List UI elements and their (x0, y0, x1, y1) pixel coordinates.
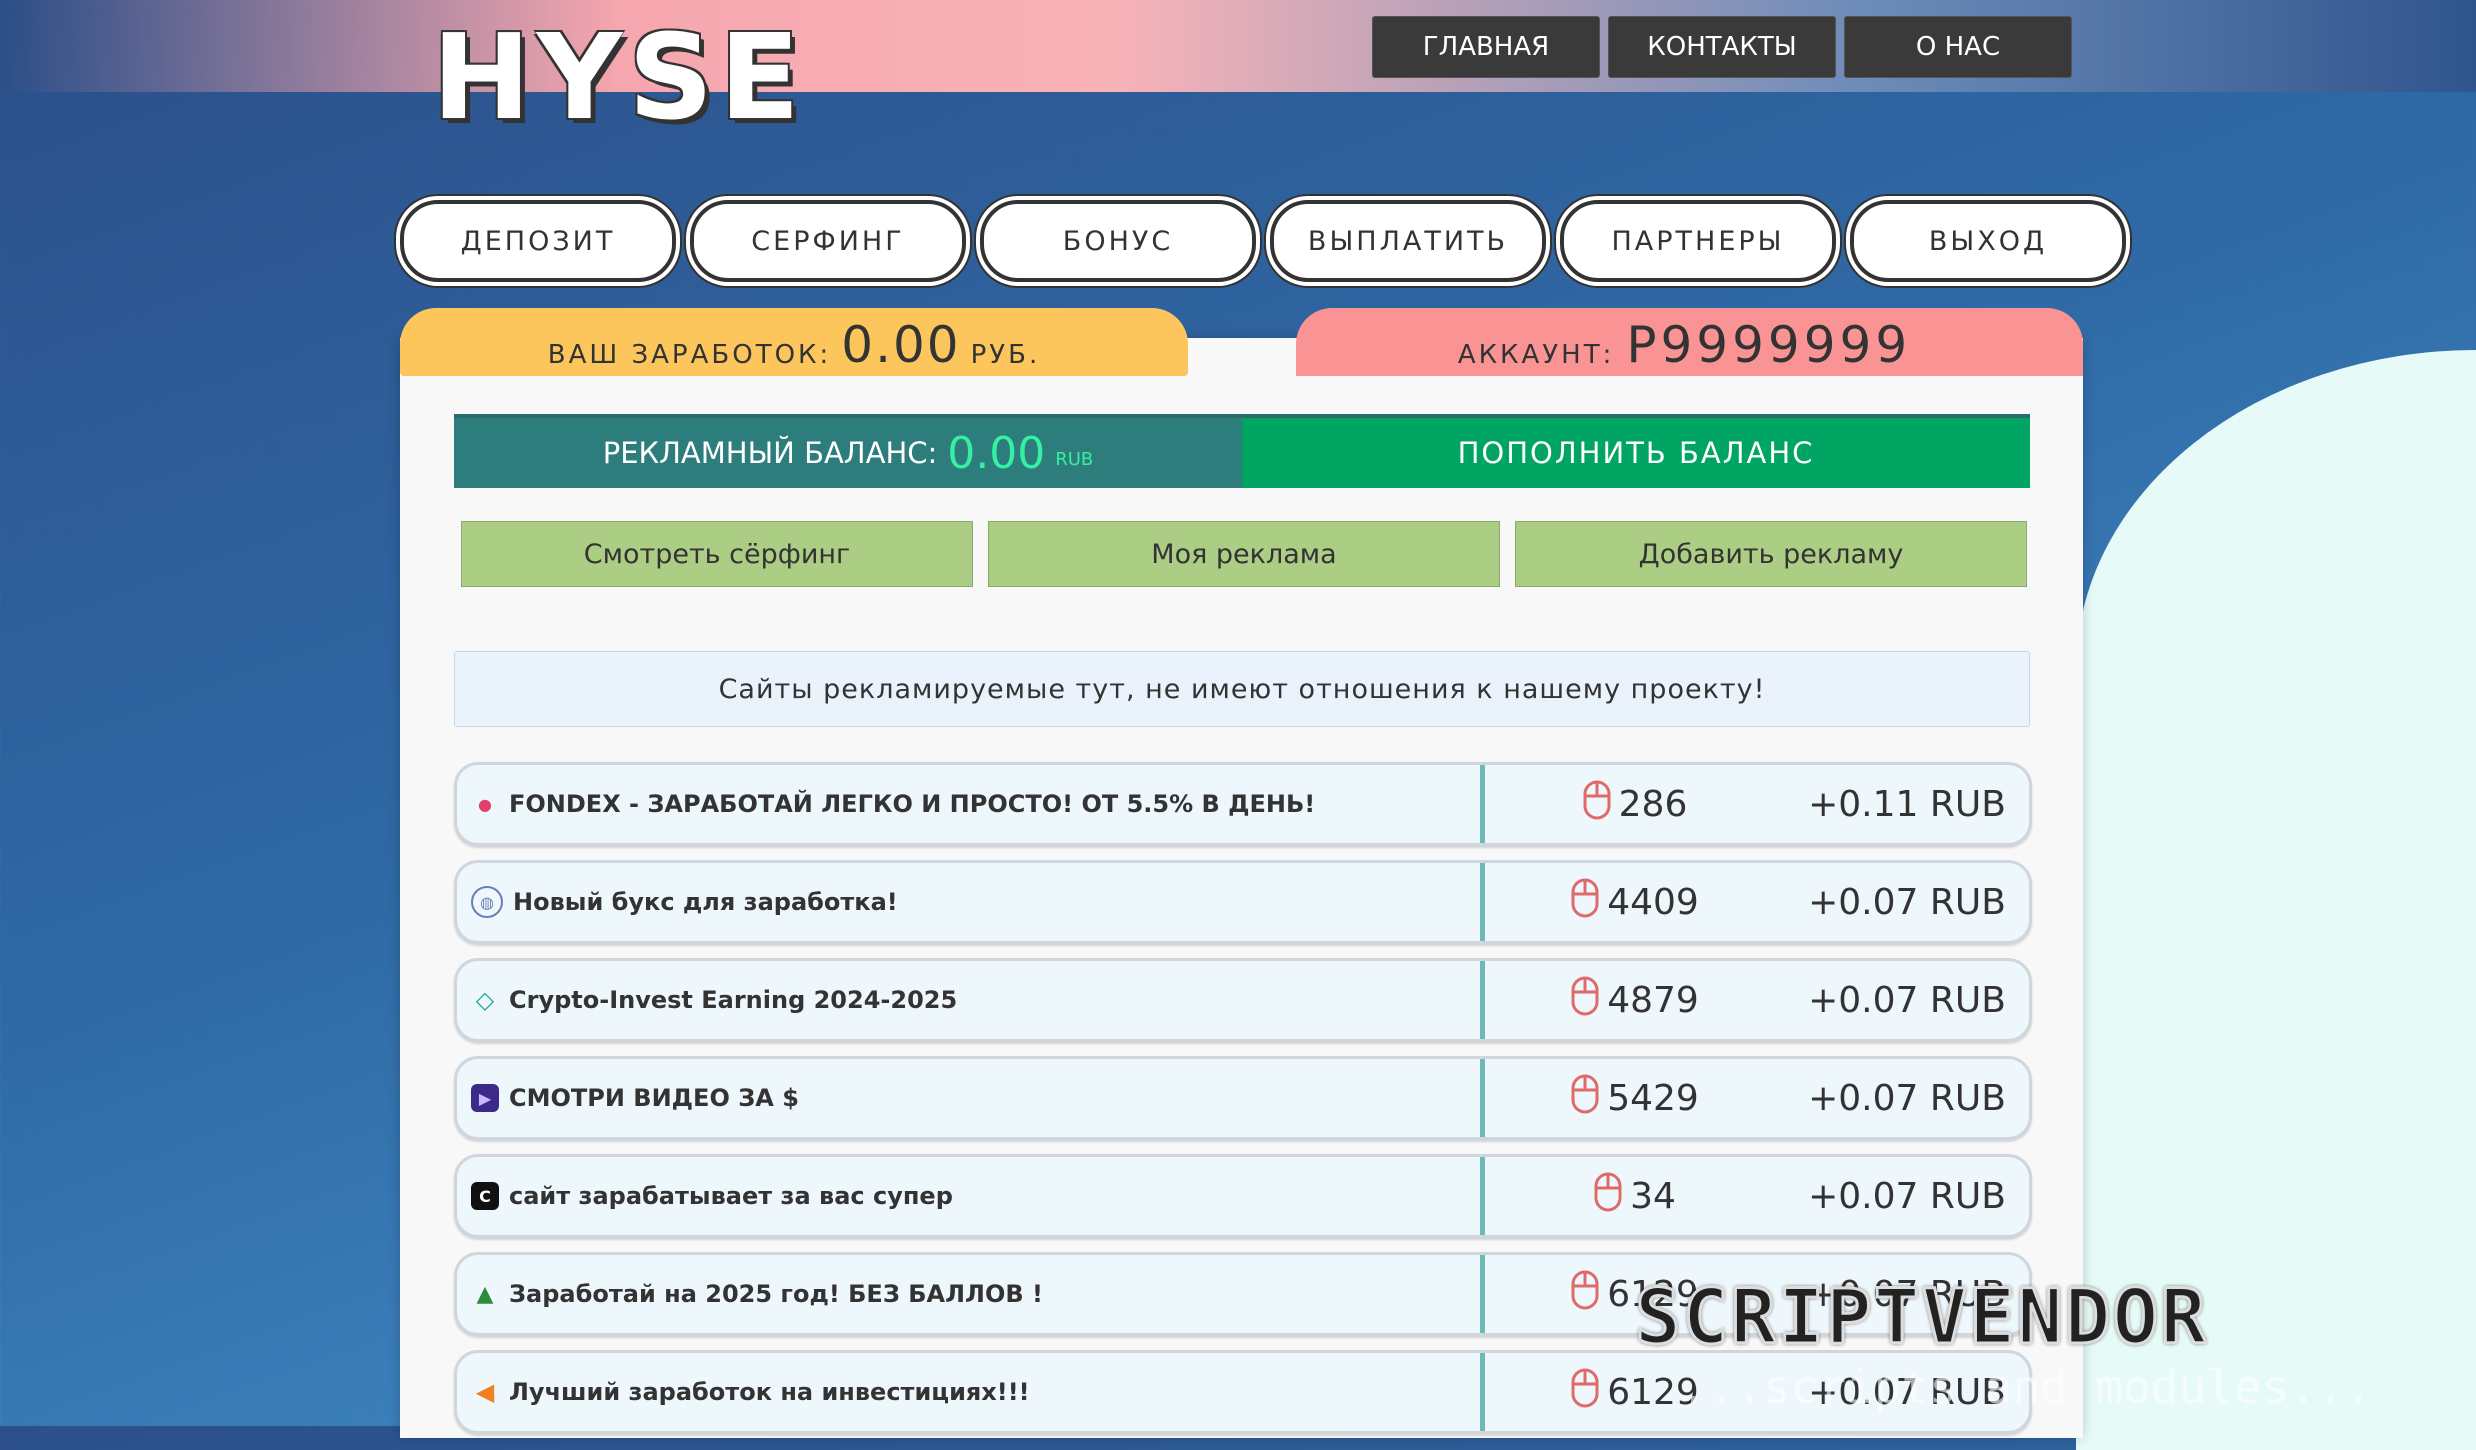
main-nav: ДЕПОЗИТ СЕРФИНГ БОНУС ВЫПЛАТИТЬ ПАРТНЕРЫ… (400, 200, 2126, 282)
site-logo[interactable]: HYSE (432, 8, 806, 146)
top-nav: ГЛАВНАЯ КОНТАКТЫ О НАС (1372, 16, 2072, 78)
ad-stats: 5429 +0.07 RUB (1485, 1059, 2029, 1137)
ad-title[interactable]: Crypto-Invest Earning 2024-2025 (509, 986, 957, 1014)
account-id: P9999999 (1626, 316, 1912, 374)
earnings-label: ВАШ ЗАРАБОТОК: (547, 340, 832, 370)
ad-title-cell: ◀ Лучший заработок на инвестициях!!! (457, 1353, 1485, 1431)
ad-row[interactable]: ◇ Crypto-Invest Earning 2024-2025 4879 +… (454, 958, 2032, 1042)
ad-balance: РЕКЛАМНЫЙ БАЛАНС: 0.00 RUB (454, 418, 1242, 488)
header-background (0, 0, 2476, 92)
ad-reward: +0.07 RUB (1808, 881, 2006, 923)
mouse-icon (1594, 1172, 1622, 1221)
ad-balance-label: РЕКЛАМНЫЙ БАЛАНС: (602, 436, 938, 470)
ad-views: 4879 (1485, 976, 1785, 1025)
ad-title-cell: ▶ СМОТРИ ВИДЕО ЗА $ (457, 1059, 1485, 1137)
ad-title-cell: C сайт зарабатывает за вас супер (457, 1157, 1485, 1235)
add-ad-button[interactable]: Добавить рекламу (1515, 521, 2027, 587)
ad-title-cell: ◇ Crypto-Invest Earning 2024-2025 (457, 961, 1485, 1039)
ad-stats: 286 +0.11 RUB (1485, 765, 2029, 843)
ad-row[interactable]: ◍ Новый букс для заработка! 4409 +0.07 R… (454, 860, 2032, 944)
ad-title[interactable]: сайт зарабатывает за вас супер (509, 1182, 953, 1210)
ad-reward: +0.07 RUB (1808, 1077, 2006, 1119)
ad-reward: +0.11 RUB (1808, 783, 2006, 825)
watermark-tagline: ...scripts and modules... (1680, 1360, 2373, 1414)
ad-actions: Смотреть сёрфинг Моя реклама Добавить ре… (461, 521, 2027, 587)
ad-row[interactable]: ▶ СМОТРИ ВИДЕО ЗА $ 5429 +0.07 RUB (454, 1056, 2032, 1140)
mouse-icon (1571, 878, 1599, 927)
ad-stats: 4879 +0.07 RUB (1485, 961, 2029, 1039)
ad-reward: +0.07 RUB (1808, 1175, 2006, 1217)
ad-views-count: 5429 (1607, 1077, 1699, 1119)
ad-views: 5429 (1485, 1074, 1785, 1123)
nav-partners[interactable]: ПАРТНЕРЫ (1560, 200, 1836, 282)
ad-views: 34 (1485, 1172, 1785, 1221)
c-logo-icon: C (471, 1182, 499, 1210)
ad-balance-currency: RUB (1055, 448, 1094, 470)
earnings-tab: ВАШ ЗАРАБОТОК: 0.00 РУБ. (400, 308, 1188, 376)
earnings-value: 0.00 (841, 316, 961, 374)
fish-icon: ◀ (475, 1378, 495, 1406)
ad-title[interactable]: Новый букс для заработка! (513, 888, 898, 916)
mouse-icon (1571, 1368, 1599, 1417)
topup-balance-button[interactable]: ПОПОЛНИТЬ БАЛАНС (1242, 418, 2030, 488)
play-icon: ▶ (471, 1084, 499, 1112)
globe-icon: ◍ (471, 886, 503, 918)
disclaimer-notice: Сайты рекламируемые тут, не имеют отноше… (454, 651, 2030, 727)
ad-balance-value: 0.00 (947, 427, 1046, 479)
ad-balance-row: РЕКЛАМНЫЙ БАЛАНС: 0.00 RUB ПОПОЛНИТЬ БАЛ… (454, 414, 2030, 488)
dot-icon: ● (478, 794, 492, 814)
account-label: АККАУНТ: (1457, 340, 1615, 370)
ad-views-count: 34 (1630, 1175, 1676, 1217)
ad-title[interactable]: СМОТРИ ВИДЕО ЗА $ (509, 1084, 799, 1112)
mouse-icon (1571, 1270, 1599, 1319)
view-surfing-button[interactable]: Смотреть сёрфинг (461, 521, 973, 587)
ad-title-cell: ▲ Заработай на 2025 год! БЕЗ БАЛЛОВ ! (457, 1255, 1485, 1333)
ad-views-count: 286 (1618, 783, 1688, 825)
ad-views: 286 (1485, 780, 1785, 829)
ad-views-count: 4409 (1607, 881, 1699, 923)
watermark-brand: SCRIPTVENDOR (1633, 1271, 2209, 1363)
nav-logout[interactable]: ВЫХОД (1850, 200, 2126, 282)
nav-deposit[interactable]: ДЕПОЗИТ (400, 200, 676, 282)
nav-surfing[interactable]: СЕРФИНГ (690, 200, 966, 282)
ad-stats: 34 +0.07 RUB (1485, 1157, 2029, 1235)
ad-reward: +0.07 RUB (1808, 979, 2006, 1021)
ad-title-cell: ◍ Новый букс для заработка! (457, 863, 1485, 941)
ad-row[interactable]: C сайт зарабатывает за вас супер 34 +0.0… (454, 1154, 2032, 1238)
diamond-icon: ◇ (475, 986, 495, 1014)
mouse-icon (1571, 976, 1599, 1025)
ad-title[interactable]: FONDEX - ЗАРАБОТАЙ ЛЕГКО И ПРОСТО! ОТ 5.… (509, 790, 1315, 818)
ad-title-cell: ● FONDEX - ЗАРАБОТАЙ ЛЕГКО И ПРОСТО! ОТ … (457, 765, 1485, 843)
my-ads-button[interactable]: Моя реклама (988, 521, 1500, 587)
mouse-icon (1583, 780, 1611, 829)
ad-title[interactable]: Заработай на 2025 год! БЕЗ БАЛЛОВ ! (509, 1280, 1043, 1308)
ad-views-count: 4879 (1607, 979, 1699, 1021)
tree-icon: ▲ (476, 1281, 494, 1307)
ad-views: 4409 (1485, 878, 1785, 927)
account-tab: АККАУНТ: P9999999 (1296, 308, 2083, 376)
ad-row[interactable]: ● FONDEX - ЗАРАБОТАЙ ЛЕГКО И ПРОСТО! ОТ … (454, 762, 2032, 846)
nav-withdraw[interactable]: ВЫПЛАТИТЬ (1270, 200, 1546, 282)
mouse-icon (1571, 1074, 1599, 1123)
top-nav-home[interactable]: ГЛАВНАЯ (1372, 16, 1600, 78)
top-nav-contacts[interactable]: КОНТАКТЫ (1608, 16, 1836, 78)
nav-bonus[interactable]: БОНУС (980, 200, 1256, 282)
ad-title[interactable]: Лучший заработок на инвестициях!!! (509, 1378, 1030, 1406)
earnings-currency: РУБ. (970, 340, 1041, 370)
top-nav-about[interactable]: О НАС (1844, 16, 2072, 78)
ad-stats: 4409 +0.07 RUB (1485, 863, 2029, 941)
